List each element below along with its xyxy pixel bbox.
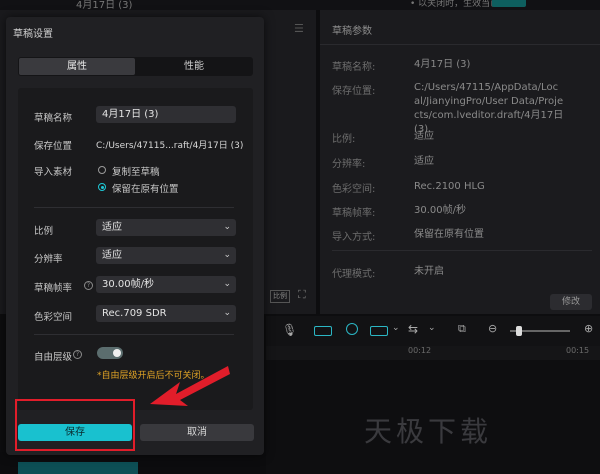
ratio-label: 比例 — [34, 226, 54, 237]
draft-name-input[interactable]: 4月17日 (3) — [96, 106, 236, 123]
import-label: 导入素材 — [34, 167, 73, 178]
radio-copy-to-draft[interactable] — [98, 166, 106, 174]
clip[interactable] — [18, 462, 138, 474]
zoom-out-icon[interactable]: ⊖ — [488, 322, 497, 335]
resolution-select[interactable]: 适应 ⌄ — [96, 247, 236, 264]
param-label: 比例: — [332, 134, 356, 145]
ruler-tick: 00:15 — [566, 346, 590, 355]
color-space-select[interactable]: Rec.709 SDR ⌄ — [96, 305, 236, 322]
annotation-arrow-icon — [150, 366, 230, 406]
param-value: 适应 — [414, 156, 434, 167]
tab-performance[interactable]: 性能 — [136, 58, 252, 75]
highlight-box — [15, 399, 135, 451]
chevron-down-icon: ⌄ — [223, 308, 231, 318]
radio-keep-original[interactable] — [98, 183, 106, 191]
divider — [320, 44, 600, 45]
resolution-label: 分辨率 — [34, 254, 63, 265]
color-space-value: Rec.709 SDR — [102, 308, 167, 319]
save-location-value: C:/Users/47115...raft/4月17日 (3) — [96, 141, 244, 151]
chevron-down-icon: ⌄ — [223, 222, 231, 232]
crop-icon[interactable]: ⧉ — [458, 322, 466, 336]
zoom-slider-handle[interactable] — [516, 326, 522, 336]
tab-properties[interactable]: 属性 — [19, 58, 135, 75]
fps-select[interactable]: 30.00帧/秒 ⌄ — [96, 276, 236, 293]
resolution-value: 适应 — [102, 250, 122, 261]
save-location-label: 保存位置 — [34, 141, 73, 152]
param-value: 4月17日 (3) — [414, 59, 471, 70]
zoom-in-icon[interactable]: ⊕ — [584, 322, 593, 335]
chevron-down-icon: ⌄ — [223, 279, 231, 289]
param-value: 适应 — [414, 131, 434, 142]
option-keep-original[interactable]: 保留在原有位置 — [112, 181, 179, 195]
param-label: 草稿名称: — [332, 62, 376, 73]
top-status: • 以关闭时，生效当已 — [410, 0, 500, 9]
top-bar: 4月17日 (3) • 以关闭时，生效当已 — [0, 0, 600, 11]
free-layer-label: 自由层级 — [34, 352, 73, 363]
draft-name-label: 草稿名称 — [34, 113, 73, 124]
param-label: 代理模式: — [332, 269, 376, 280]
param-label: 色彩空间: — [332, 184, 376, 195]
param-value: Rec.2100 HLG — [414, 181, 485, 192]
divider — [332, 250, 592, 251]
dialog-title: 草稿设置 — [13, 29, 53, 40]
fullscreen-icon[interactable]: ⛶ — [298, 288, 306, 302]
param-label: 保存位置: — [332, 86, 376, 97]
cancel-button[interactable]: 取消 — [140, 424, 254, 441]
help-icon[interactable]: ? — [84, 281, 93, 290]
param-value: 未开启 — [414, 266, 444, 277]
divider — [34, 334, 234, 335]
watermark: 天极下载 — [364, 415, 493, 448]
param-value: 30.00帧/秒 — [414, 205, 466, 216]
fps-label: 草稿帧率 — [34, 283, 73, 294]
snap-icon[interactable] — [370, 326, 388, 336]
free-layer-toggle[interactable] — [97, 347, 123, 359]
draft-params-title: 草稿参数 — [332, 26, 372, 37]
ruler-tick: 00:12 — [408, 346, 432, 355]
settings-tabs: 属性 性能 — [18, 57, 253, 76]
link-icon[interactable] — [314, 326, 332, 336]
divider — [34, 207, 234, 208]
chevron-down-icon: ⌄ — [223, 250, 231, 260]
ratio-button[interactable]: 比例 — [270, 290, 290, 303]
option-copy-to-draft[interactable]: 复制至草稿 — [112, 164, 160, 178]
chevron-down-icon[interactable]: ⌄ — [392, 323, 400, 333]
color-space-label: 色彩空间 — [34, 312, 73, 323]
track-area — [0, 452, 266, 474]
fps-value: 30.00帧/秒 — [102, 279, 154, 290]
menu-icon[interactable]: ☰ — [294, 22, 304, 35]
param-value: 保留在原有位置 — [414, 229, 484, 240]
param-label: 草稿帧率: — [332, 208, 376, 219]
timeline-ruler: 00:12 00:15 — [266, 346, 600, 361]
ratio-value: 适应 — [102, 222, 122, 233]
help-icon[interactable]: ? — [73, 350, 82, 359]
export-button[interactable] — [492, 0, 526, 7]
edit-params-button[interactable]: 修改 — [550, 294, 592, 310]
ratio-select[interactable]: 适应 ⌄ — [96, 219, 236, 236]
param-label: 导入方式: — [332, 232, 376, 243]
magnet-icon[interactable] — [346, 323, 358, 335]
timeline-toolbar: 🎙 ⌄ ⇆ ⌄ ⧉ ⊖ ⊕ — [266, 316, 600, 346]
microphone-icon[interactable]: 🎙 — [282, 323, 297, 337]
chevron-down-icon[interactable]: ⌄ — [428, 323, 436, 333]
preview-axis-icon[interactable]: ⇆ — [408, 322, 418, 336]
param-label: 分辨率: — [332, 159, 366, 170]
param-value: C:/Users/47115/AppData/Local/JianyingPro… — [414, 82, 564, 135]
